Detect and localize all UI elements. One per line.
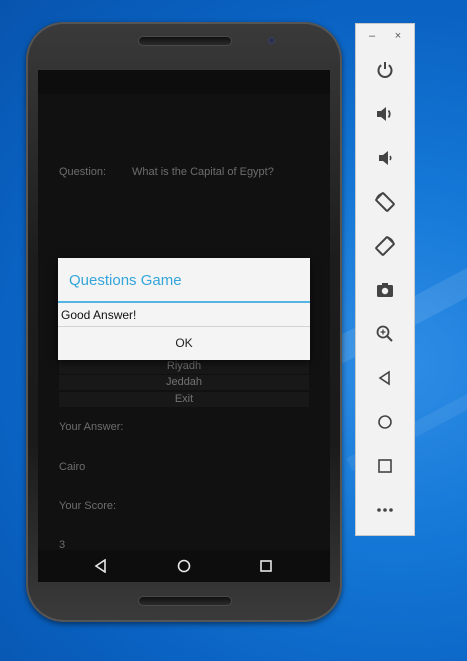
- home-icon[interactable]: [371, 408, 399, 436]
- rotate-left-icon[interactable]: [371, 188, 399, 216]
- minimize-button[interactable]: –: [366, 30, 378, 42]
- zoom-icon[interactable]: [371, 320, 399, 348]
- volume-down-icon[interactable]: [371, 144, 399, 172]
- ok-button[interactable]: OK: [58, 327, 310, 360]
- phone-frame: Question: What is the Capital of Egypt? …: [26, 22, 342, 622]
- more-icon[interactable]: [371, 496, 399, 524]
- front-camera: [268, 37, 275, 44]
- dialog-title-divider: [58, 301, 310, 303]
- bottom-speaker: [138, 596, 232, 606]
- recent-apps-icon[interactable]: [251, 554, 281, 578]
- top-speaker: [138, 36, 232, 46]
- close-button[interactable]: ×: [392, 30, 404, 42]
- volume-up-icon[interactable]: [371, 100, 399, 128]
- back-icon[interactable]: [86, 554, 116, 578]
- camera-icon[interactable]: [371, 276, 399, 304]
- dialog-title: Questions Game: [69, 272, 182, 289]
- dialog-message: Good Answer!: [61, 308, 137, 322]
- alert-dialog: Questions Game Good Answer! OK: [58, 258, 310, 360]
- home-icon[interactable]: [169, 554, 199, 578]
- navigation-bar: [38, 550, 330, 582]
- rotate-right-icon[interactable]: [371, 232, 399, 260]
- back-icon[interactable]: [371, 364, 399, 392]
- power-icon[interactable]: [371, 56, 399, 84]
- overview-icon[interactable]: [371, 452, 399, 480]
- emulator-toolbar: – ×: [355, 23, 415, 536]
- device-screen: Question: What is the Capital of Egypt? …: [38, 70, 330, 582]
